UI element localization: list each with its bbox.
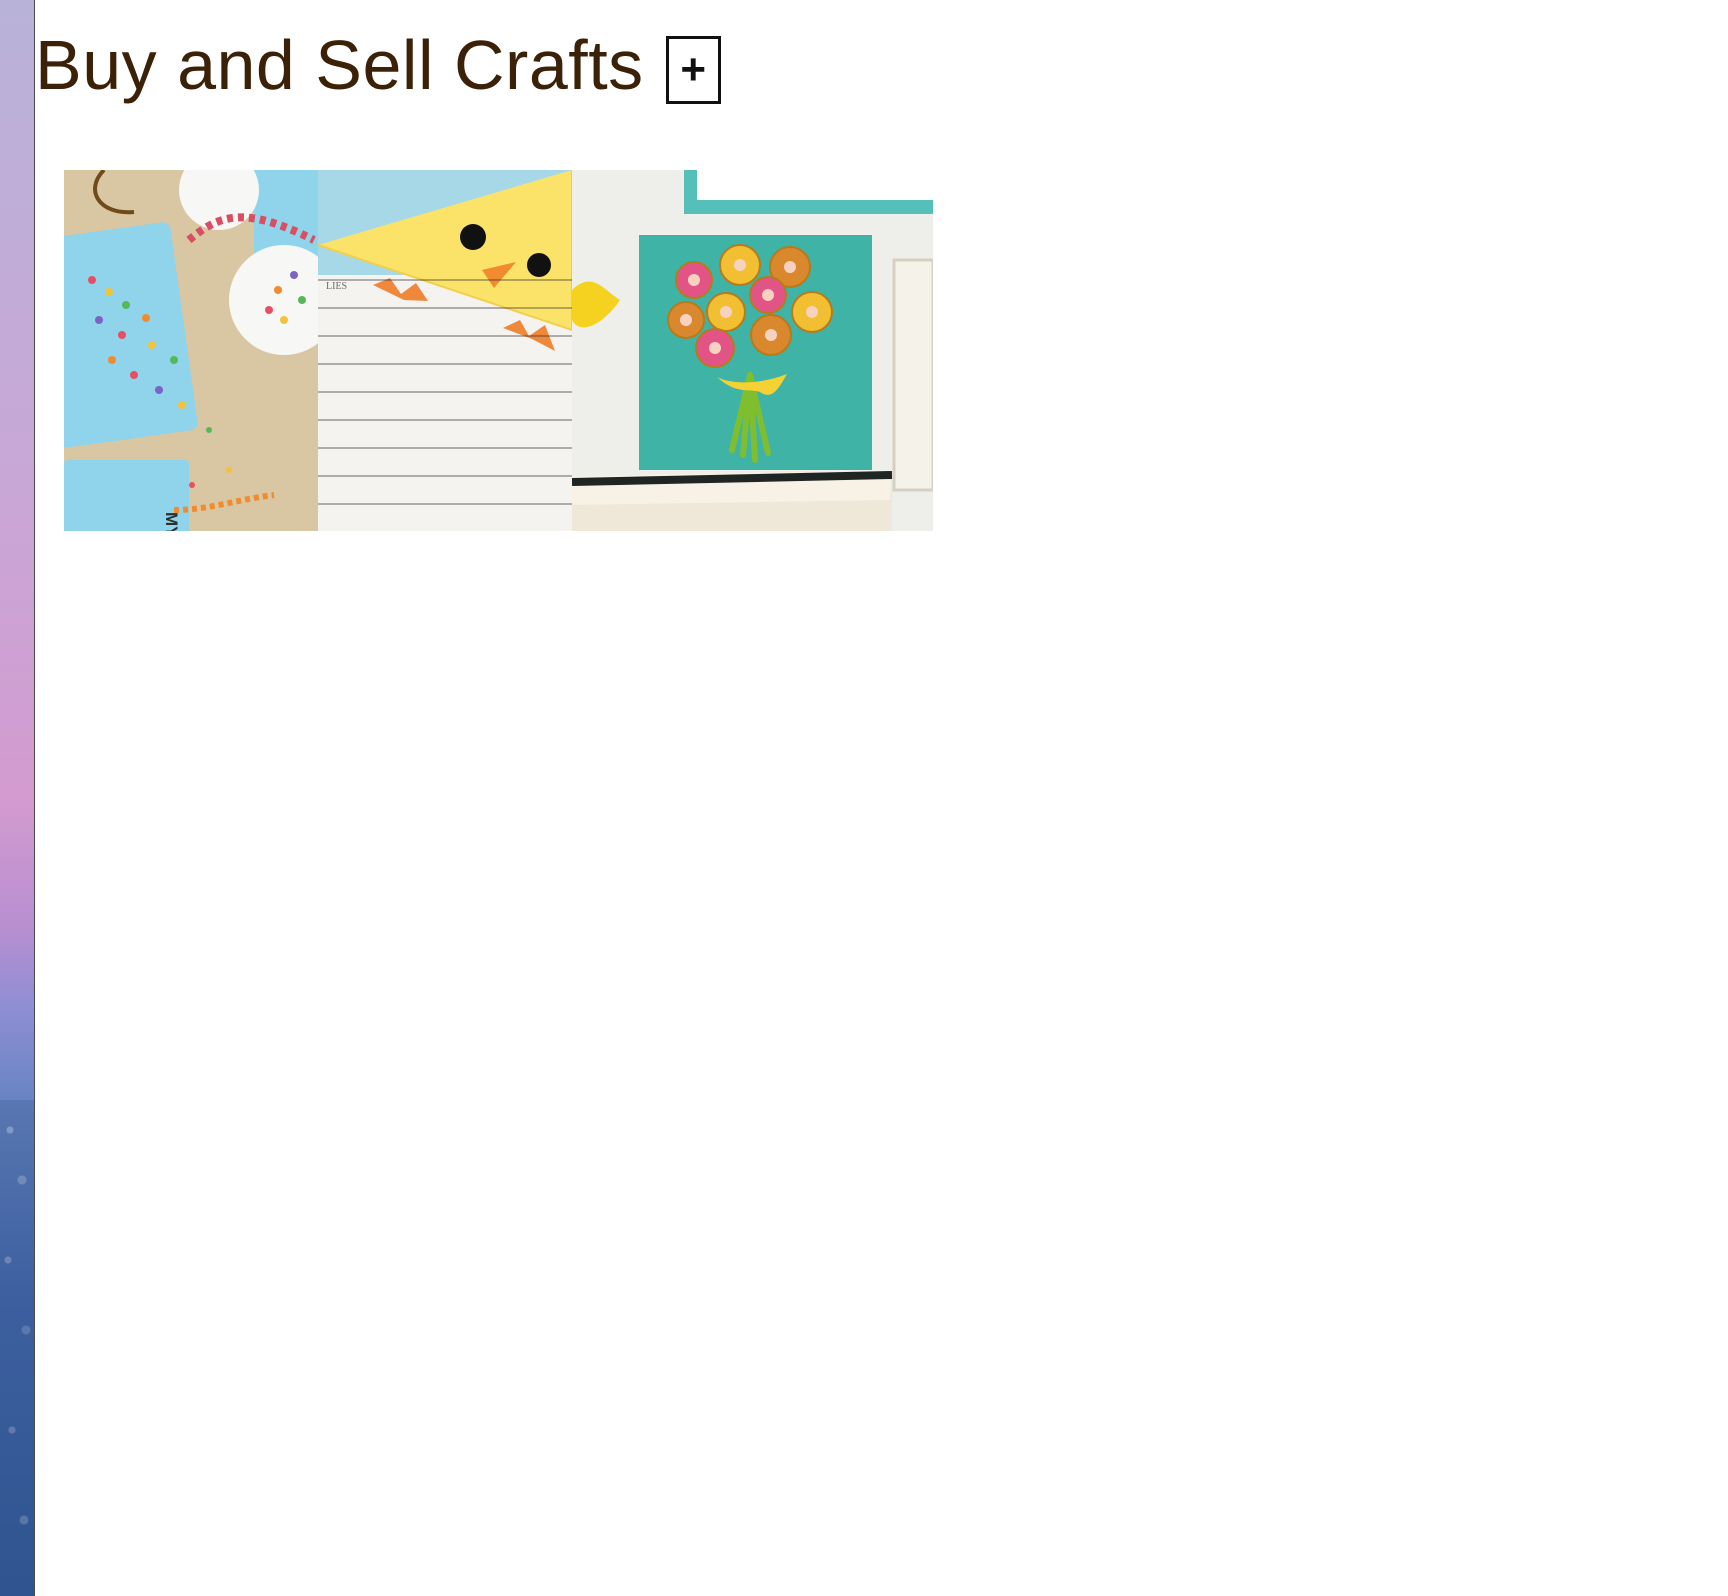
desktop-rock-image — [0, 1100, 34, 1596]
add-button[interactable]: + — [665, 36, 721, 104]
book-page-text-texture — [318, 265, 572, 531]
page: Buy and Sell Crafts + — [35, 0, 1728, 1596]
desktop-background-edge — [0, 0, 35, 1596]
page-title: Buy and Sell Crafts — [35, 26, 644, 104]
header: Buy and Sell Crafts + — [35, 20, 721, 110]
craft-card-chick-bookmark[interactable]: LIES — [318, 170, 572, 531]
craft-card-cereal-necklace[interactable]: MY 100 — [64, 170, 318, 531]
craft-gallery: MY 100 LIES — [64, 170, 933, 531]
flower-canvas-image — [572, 170, 933, 531]
svg-text:MY 100: MY 100 — [162, 512, 181, 531]
cereal-necklace-image: MY 100 — [64, 170, 318, 531]
craft-card-flower-canvas[interactable] — [572, 170, 933, 531]
